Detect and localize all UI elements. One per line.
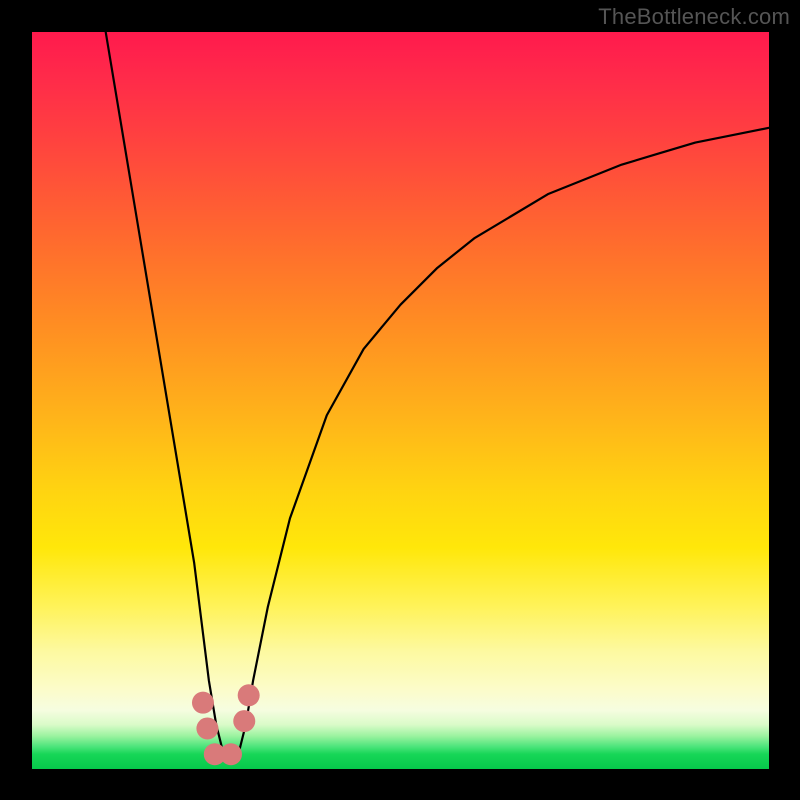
marker-valley-right (220, 743, 242, 765)
marker-left-knee-b (196, 717, 218, 739)
marker-right-knee-b (238, 684, 260, 706)
marker-right-knee-a (233, 710, 255, 732)
outer-frame: TheBottleneck.com (0, 0, 800, 800)
curve-svg (32, 32, 769, 769)
watermark-text: TheBottleneck.com (598, 4, 790, 30)
bottleneck-curve (106, 32, 769, 762)
plot-area (32, 32, 769, 769)
marker-group (192, 684, 260, 765)
marker-left-knee-a (192, 692, 214, 714)
